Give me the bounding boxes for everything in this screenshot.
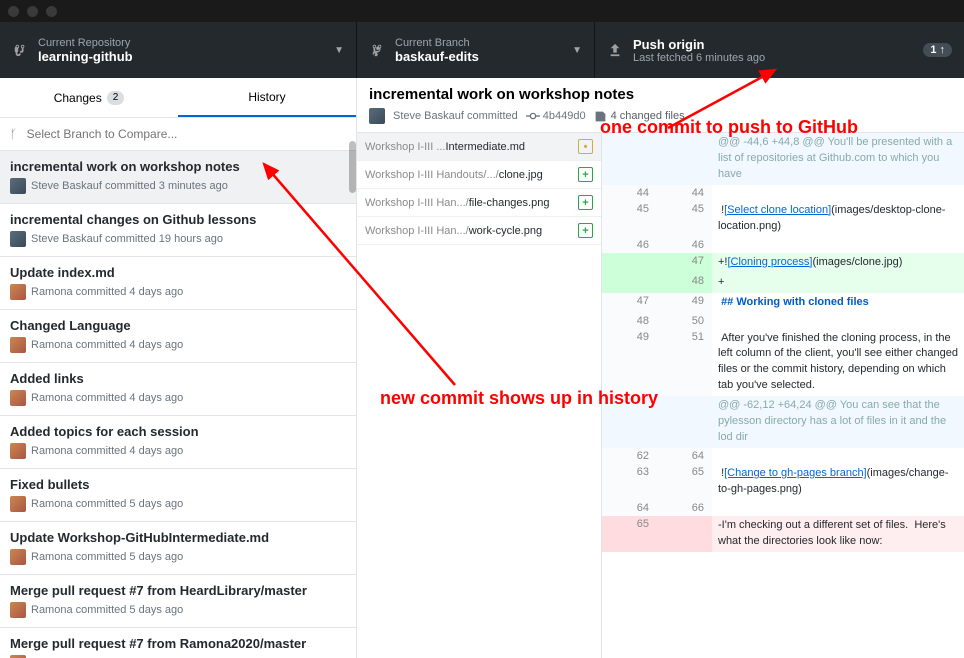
commit-item-meta: Ramona committed 4 days ago: [31, 286, 183, 298]
commit-item-title: Added links: [10, 371, 346, 386]
changed-files[interactable]: 4 changed files: [594, 110, 685, 123]
file-list: Workshop I-III ...Intermediate.md•Worksh…: [357, 133, 602, 658]
branch-selector[interactable]: Current Branch baskauf-edits ▼: [357, 22, 595, 78]
branch-value: baskauf-edits: [395, 49, 572, 64]
repo-icon: [12, 43, 28, 57]
file-item[interactable]: Workshop I-III Han.../work-cycle.png+: [357, 217, 601, 245]
branch-label: Current Branch: [395, 37, 572, 49]
tab-history[interactable]: History: [178, 78, 356, 117]
commit-item[interactable]: Update Workshop-GitHubIntermediate.md Ram…: [0, 522, 356, 575]
avatar: [10, 284, 26, 300]
traffic-light-close[interactable]: [8, 6, 19, 17]
commit-item[interactable]: incremental work on workshop notes Steve …: [0, 151, 356, 204]
commit-detail: incremental work on workshop notes Steve…: [357, 78, 964, 658]
branch-icon: [369, 43, 385, 57]
diff-line: 4749 ## Working with cloned files: [602, 293, 964, 313]
tab-changes[interactable]: Changes 2: [0, 78, 178, 117]
diff-line: 65-I'm checking out a different set of f…: [602, 516, 964, 552]
commit-item-title: Merge pull request #7 from HeardLibrary/…: [10, 583, 346, 598]
avatar: [10, 178, 26, 194]
commit-item-title: Merge pull request #7 from Ramona2020/ma…: [10, 636, 346, 651]
diff-line: 47+![Cloning process](images/clone.jpg): [602, 253, 964, 273]
repo-label: Current Repository: [38, 37, 334, 49]
commit-item[interactable]: Added topics for each session Ramona comm…: [0, 416, 356, 469]
diff-line: @@ -62,12 +64,24 @@ You can see that the…: [602, 396, 964, 448]
push-sub: Last fetched 6 minutes ago: [633, 52, 913, 64]
push-label: Push origin: [633, 37, 913, 52]
commit-item[interactable]: Added links Ramona committed 4 days ago: [0, 363, 356, 416]
commit-item-meta: Ramona committed 4 days ago: [31, 445, 183, 457]
commit-item[interactable]: Merge pull request #7 from HeardLibrary/…: [0, 575, 356, 628]
commit-item[interactable]: Merge pull request #7 from Ramona2020/ma…: [0, 628, 356, 658]
push-count-badge: 1↑: [923, 43, 952, 57]
commit-item-meta: Ramona committed 4 days ago: [31, 339, 183, 351]
file-status-badge: +: [578, 223, 593, 238]
file-status-badge: +: [578, 195, 593, 210]
chevron-down-icon: ▼: [572, 45, 582, 56]
repo-value: learning-github: [38, 49, 334, 64]
commit-item[interactable]: Changed Language Ramona committed 4 days …: [0, 310, 356, 363]
commit-item-meta: Ramona committed 4 days ago: [31, 392, 183, 404]
commit-title: incremental work on workshop notes: [369, 86, 952, 103]
diff-view[interactable]: @@ -44,6 +44,8 @@ You'll be presented wi…: [602, 133, 964, 658]
history-list[interactable]: incremental work on workshop notes Steve …: [0, 151, 356, 658]
avatar: [10, 337, 26, 353]
commit-item-meta: Ramona committed 5 days ago: [31, 551, 183, 563]
diff-line: 4951 After you've finished the cloning p…: [602, 329, 964, 397]
avatar: [369, 108, 385, 124]
sidebar: Changes 2 History ᚶ incremental work on …: [0, 78, 357, 658]
diff-icon: [594, 110, 607, 123]
commit-item-meta: Steve Baskauf committed 3 minutes ago: [31, 180, 228, 192]
push-origin-button[interactable]: Push origin Last fetched 6 minutes ago 1…: [595, 22, 964, 78]
changes-count-badge: 2: [107, 91, 125, 105]
compare-icon: ᚶ: [10, 127, 17, 141]
commit-item-title: Update Workshop-GitHubIntermediate.md: [10, 530, 346, 545]
commit-item-meta: Ramona committed 5 days ago: [31, 604, 183, 616]
toolbar: Current Repository learning-github ▼ Cur…: [0, 22, 964, 78]
compare-input[interactable]: [25, 123, 341, 145]
commit-item-title: Changed Language: [10, 318, 346, 333]
diff-line: 4850: [602, 313, 964, 329]
file-item[interactable]: Workshop I-III Handouts/.../clone.jpg+: [357, 161, 601, 189]
commit-sha[interactable]: 4b449d0: [526, 109, 586, 123]
chevron-down-icon: ▼: [334, 45, 344, 56]
diff-line: 6365 ![Change to gh-pages branch](images…: [602, 464, 964, 500]
file-item[interactable]: Workshop I-III ...Intermediate.md•: [357, 133, 601, 161]
push-icon: [607, 43, 623, 57]
diff-line: 4646: [602, 237, 964, 253]
commit-item-meta: Ramona committed 5 days ago: [31, 498, 183, 510]
file-status-badge: +: [578, 167, 593, 182]
diff-line: @@ -44,6 +44,8 @@ You'll be presented wi…: [602, 133, 964, 185]
traffic-light-min[interactable]: [27, 6, 38, 17]
commit-item-title: incremental changes on Github lessons: [10, 212, 346, 227]
commit-icon: [526, 109, 540, 123]
commit-item-title: incremental work on workshop notes: [10, 159, 346, 174]
file-status-badge: •: [578, 139, 593, 154]
scrollbar-thumb[interactable]: [349, 141, 356, 193]
commit-author: Steve Baskauf committed: [393, 110, 518, 122]
avatar: [10, 231, 26, 247]
avatar: [10, 496, 26, 512]
traffic-light-max[interactable]: [46, 6, 57, 17]
commit-item-title: Added topics for each session: [10, 424, 346, 439]
avatar: [10, 549, 26, 565]
commit-item[interactable]: Update index.md Ramona committed 4 days a…: [0, 257, 356, 310]
commit-item[interactable]: Fixed bullets Ramona committed 5 days ago: [0, 469, 356, 522]
mac-titlebar: [0, 0, 964, 22]
repo-selector[interactable]: Current Repository learning-github ▼: [0, 22, 357, 78]
commit-item-title: Update index.md: [10, 265, 346, 280]
commit-item-meta: Steve Baskauf committed 19 hours ago: [31, 233, 223, 245]
avatar: [10, 602, 26, 618]
avatar: [10, 443, 26, 459]
commit-item[interactable]: incremental changes on Github lessons Ste…: [0, 204, 356, 257]
diff-line: 6466: [602, 500, 964, 516]
commit-item-title: Fixed bullets: [10, 477, 346, 492]
diff-line: 4545 ![Select clone location](images/des…: [602, 201, 964, 237]
diff-line: 48+: [602, 273, 964, 293]
diff-line: 6264: [602, 448, 964, 464]
branch-compare[interactable]: ᚶ: [0, 118, 356, 151]
avatar: [10, 390, 26, 406]
file-item[interactable]: Workshop I-III Han.../file-changes.png+: [357, 189, 601, 217]
diff-line: 4444: [602, 185, 964, 201]
